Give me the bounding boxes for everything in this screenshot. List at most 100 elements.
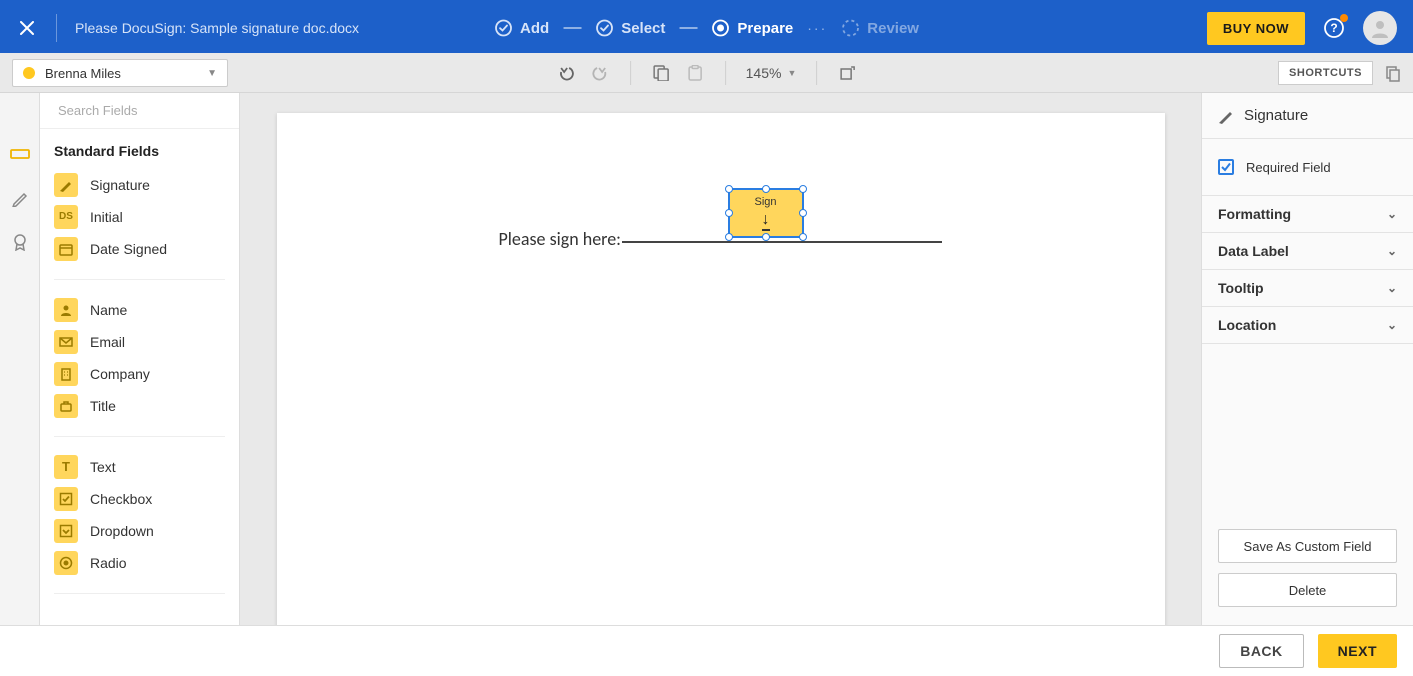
field-text[interactable]: T Text bbox=[54, 451, 225, 483]
chevron-down-icon: ⌄ bbox=[1387, 244, 1397, 258]
save-custom-field-button[interactable]: Save As Custom Field bbox=[1218, 529, 1397, 563]
signature-icon bbox=[1218, 108, 1234, 124]
dropdown-icon bbox=[54, 519, 78, 543]
field-group-title: Standard Fields bbox=[40, 129, 239, 169]
field-company[interactable]: Company bbox=[54, 358, 225, 390]
section-formatting[interactable]: Formatting ⌄ bbox=[1202, 196, 1413, 233]
resize-handle[interactable] bbox=[799, 209, 807, 217]
section-location[interactable]: Location ⌄ bbox=[1202, 307, 1413, 344]
rail-seal-icon[interactable] bbox=[9, 231, 31, 253]
required-field-row: Required Field bbox=[1202, 139, 1413, 196]
field-name[interactable]: Name bbox=[54, 294, 225, 326]
resize-handle[interactable] bbox=[799, 233, 807, 241]
properties-title: Signature bbox=[1244, 107, 1308, 124]
rotate-icon[interactable] bbox=[837, 63, 857, 83]
main-area: ✕ Standard Fields Signature DS Initial D… bbox=[0, 93, 1413, 625]
copy-stack-icon[interactable] bbox=[1383, 63, 1403, 83]
close-icon[interactable] bbox=[16, 17, 38, 39]
signature-line bbox=[622, 241, 942, 243]
field-signature[interactable]: Signature bbox=[54, 169, 225, 201]
section-data-label[interactable]: Data Label ⌄ bbox=[1202, 233, 1413, 270]
help-icon[interactable]: ? bbox=[1323, 17, 1345, 39]
section-tooltip[interactable]: Tooltip ⌄ bbox=[1202, 270, 1413, 307]
copy-icon[interactable] bbox=[651, 63, 671, 83]
rail-standard-fields-icon[interactable] bbox=[9, 143, 31, 165]
next-button[interactable]: NEXT bbox=[1318, 634, 1397, 668]
user-avatar[interactable] bbox=[1363, 11, 1397, 45]
delete-button[interactable]: Delete bbox=[1218, 573, 1397, 607]
redo-icon[interactable] bbox=[590, 63, 610, 83]
chevron-down-icon: ▼ bbox=[787, 68, 796, 78]
briefcase-icon bbox=[54, 394, 78, 418]
recipient-dropdown[interactable]: Brenna Miles ▼ bbox=[12, 59, 228, 87]
undo-icon[interactable] bbox=[556, 63, 576, 83]
resize-handle[interactable] bbox=[762, 185, 770, 193]
document-body-text: Please sign here: bbox=[499, 228, 621, 250]
resize-handle[interactable] bbox=[799, 185, 807, 193]
step-prepare[interactable]: Prepare bbox=[711, 19, 793, 37]
recipient-name: Brenna Miles bbox=[45, 66, 207, 81]
building-icon bbox=[54, 362, 78, 386]
divider bbox=[816, 61, 817, 85]
step-label: Add bbox=[520, 20, 549, 37]
field-label: Text bbox=[90, 459, 116, 475]
field-label: Name bbox=[90, 302, 127, 318]
signature-icon bbox=[54, 173, 78, 197]
field-label: Title bbox=[90, 398, 116, 414]
field-initial[interactable]: DS Initial bbox=[54, 201, 225, 233]
chevron-down-icon: ▼ bbox=[207, 68, 217, 79]
rail-custom-fields-icon[interactable] bbox=[9, 187, 31, 209]
section-label: Formatting bbox=[1218, 206, 1291, 222]
field-email[interactable]: Email bbox=[54, 326, 225, 358]
field-divider bbox=[54, 279, 225, 280]
document-canvas[interactable]: Please sign here: Sign ↓ bbox=[240, 93, 1201, 625]
chevron-down-icon: ⌄ bbox=[1387, 207, 1397, 221]
field-date-signed[interactable]: Date Signed bbox=[54, 233, 225, 265]
resize-handle[interactable] bbox=[762, 233, 770, 241]
radio-icon bbox=[54, 551, 78, 575]
shortcuts-button[interactable]: SHORTCUTS bbox=[1278, 61, 1373, 85]
step-select[interactable]: Select bbox=[595, 19, 665, 37]
circle-dashed-icon bbox=[841, 19, 859, 37]
paste-icon[interactable] bbox=[685, 63, 705, 83]
resize-handle[interactable] bbox=[725, 185, 733, 193]
resize-handle[interactable] bbox=[725, 209, 733, 217]
signature-tag[interactable]: Sign ↓ bbox=[728, 188, 804, 238]
properties-header: Signature bbox=[1202, 93, 1413, 139]
step-separator bbox=[679, 27, 697, 29]
section-label: Location bbox=[1218, 317, 1276, 333]
zoom-dropdown[interactable]: 145% ▼ bbox=[746, 65, 797, 81]
svg-text:?: ? bbox=[1330, 21, 1337, 35]
zoom-value: 145% bbox=[746, 65, 782, 81]
field-label: Dropdown bbox=[90, 523, 154, 539]
step-nav: Add Select Prepare ··· Review bbox=[494, 19, 919, 37]
divider bbox=[56, 14, 57, 42]
field-radio[interactable]: Radio bbox=[54, 547, 225, 579]
properties-panel: Signature Required Field Formatting ⌄ Da… bbox=[1201, 93, 1413, 625]
buy-now-button[interactable]: BUY NOW bbox=[1207, 12, 1305, 45]
document-title: Please DocuSign: Sample signature doc.do… bbox=[75, 20, 359, 36]
field-title[interactable]: Title bbox=[54, 390, 225, 422]
step-label: Select bbox=[621, 20, 665, 37]
signature-tag-label: Sign bbox=[754, 196, 776, 208]
left-rail bbox=[0, 93, 40, 625]
fields-panel: ✕ Standard Fields Signature DS Initial D… bbox=[40, 93, 240, 625]
field-label: Email bbox=[90, 334, 125, 350]
chevron-down-icon: ⌄ bbox=[1387, 318, 1397, 332]
step-label: Review bbox=[867, 20, 919, 37]
required-checkbox[interactable] bbox=[1218, 159, 1234, 175]
resize-handle[interactable] bbox=[725, 233, 733, 241]
checkbox-icon bbox=[54, 487, 78, 511]
initial-icon: DS bbox=[54, 205, 78, 229]
field-label: Initial bbox=[90, 209, 123, 225]
section-label: Data Label bbox=[1218, 243, 1289, 259]
required-label: Required Field bbox=[1246, 160, 1331, 175]
search-input[interactable] bbox=[58, 103, 234, 118]
step-add[interactable]: Add bbox=[494, 19, 549, 37]
divider bbox=[725, 61, 726, 85]
back-button[interactable]: BACK bbox=[1219, 634, 1303, 668]
field-checkbox[interactable]: Checkbox bbox=[54, 483, 225, 515]
properties-actions: Save As Custom Field Delete bbox=[1202, 519, 1413, 625]
field-dropdown[interactable]: Dropdown bbox=[54, 515, 225, 547]
document-page[interactable]: Please sign here: Sign ↓ bbox=[277, 113, 1165, 625]
